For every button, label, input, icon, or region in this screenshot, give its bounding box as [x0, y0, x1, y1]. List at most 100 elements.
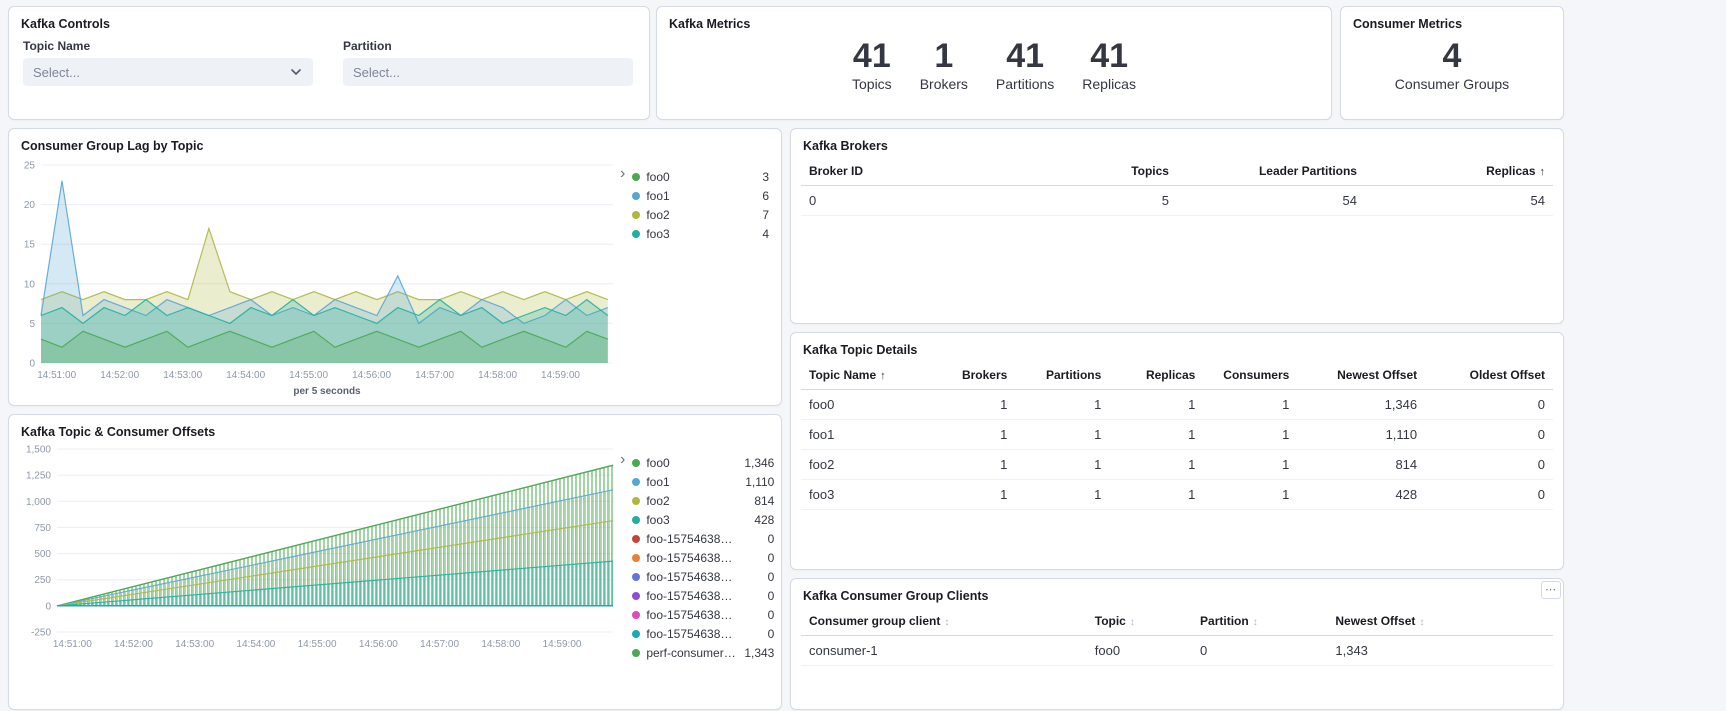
- svg-text:20: 20: [24, 200, 36, 211]
- legend-item-foo3[interactable]: foo3428: [628, 510, 776, 529]
- table-cell: 1: [1203, 390, 1297, 420]
- stat-brokers: 1 Brokers: [920, 39, 968, 92]
- legend-item-foo-1575463888-57…[interactable]: foo-1575463888-57…0: [628, 605, 776, 624]
- panel-title-offsets-chart: Kafka Topic & Consumer Offsets: [21, 425, 769, 439]
- table-cell: 54: [1365, 186, 1553, 216]
- metrics-stats-row: 41 Topics 1 Brokers 41 Partitions 41 Rep…: [667, 39, 1321, 92]
- legend-item-foo-1575463857-85…[interactable]: foo-1575463857-85…0: [628, 548, 776, 567]
- svg-text:25: 25: [24, 161, 36, 172]
- topic-details-table-body: foo011111,3460foo111111,1100foo211118140…: [801, 390, 1553, 510]
- column-header-replicas[interactable]: Replicas: [1109, 361, 1203, 390]
- table-cell: 0: [801, 186, 1027, 216]
- svg-text:14:53:00: 14:53:00: [163, 370, 202, 381]
- column-header-label: Replicas: [1486, 164, 1535, 178]
- controls-row: Topic Name Select... Partition Select...: [23, 39, 635, 86]
- legend-item-foo0[interactable]: foo01,346: [628, 453, 776, 472]
- panel-title-kafka-metrics: Kafka Metrics: [669, 17, 1319, 31]
- kafka-metrics-panel: Kafka Metrics 41 Topics 1 Brokers 41 Par…: [656, 6, 1332, 120]
- legend-item-foo1[interactable]: foo11,110: [628, 472, 776, 491]
- column-header-consumers[interactable]: Consumers: [1203, 361, 1297, 390]
- panel-title-kafka-brokers: Kafka Brokers: [803, 139, 1551, 153]
- column-header-label: Topics: [1131, 164, 1169, 178]
- table-cell: foo3: [801, 480, 921, 510]
- column-header-label: Partitions: [1046, 368, 1101, 382]
- legend-series-name: foo3: [646, 227, 669, 241]
- table-cell: 1: [921, 480, 1015, 510]
- column-header-topic-name[interactable]: Topic Name↑: [801, 361, 921, 390]
- svg-text:14:54:00: 14:54:00: [236, 639, 275, 650]
- table-cell: 1: [1203, 420, 1297, 450]
- column-header-leader-partitions[interactable]: Leader Partitions: [1177, 157, 1365, 186]
- offsets-area-chart[interactable]: -25002505007501,0001,2501,50014:51:0014:…: [19, 443, 619, 668]
- column-header-label: Leader Partitions: [1259, 164, 1357, 178]
- lag-area-chart[interactable]: 051015202514:51:0014:52:0014:53:0014:54:…: [19, 157, 619, 397]
- svg-text:500: 500: [34, 549, 51, 560]
- svg-text:250: 250: [34, 575, 51, 586]
- legend-series-name: foo-1575463813-60…: [646, 532, 738, 546]
- offsets-chart-svg: -25002505007501,0001,2501,50014:51:0014:…: [19, 443, 619, 668]
- column-header-topics[interactable]: Topics: [1027, 157, 1177, 186]
- legend-series-name: foo-1575463888-57…: [646, 608, 738, 622]
- legend-item-foo-1575463868-116…[interactable]: foo-1575463868-116…0: [628, 567, 776, 586]
- panel-options-button[interactable]: ⋯: [1541, 581, 1561, 599]
- table-cell: foo0: [1087, 636, 1192, 666]
- column-header-topic[interactable]: Topic↕: [1087, 607, 1192, 636]
- svg-text:0: 0: [29, 359, 35, 370]
- series-color-dot: [632, 173, 640, 181]
- svg-text:0: 0: [45, 601, 51, 612]
- column-header-oldest-offset[interactable]: Oldest Offset: [1425, 361, 1553, 390]
- table-cell: consumer-1: [801, 636, 1087, 666]
- table-cell: 1: [1109, 390, 1203, 420]
- stat-consumer-groups: 4 Consumer Groups: [1395, 39, 1509, 92]
- legend-item-foo2[interactable]: foo2814: [628, 491, 776, 510]
- column-header-label: Partition: [1200, 614, 1249, 628]
- series-color-dot: [632, 516, 640, 524]
- series-color-dot: [632, 554, 640, 562]
- legend-item-foo-1575463813-60…[interactable]: foo-1575463813-60…0: [628, 529, 776, 548]
- partition-placeholder: Select...: [353, 65, 623, 80]
- series-color-dot: [632, 630, 640, 638]
- table-row: 055454: [801, 186, 1553, 216]
- chevron-right-icon[interactable]: ›: [619, 453, 628, 467]
- lag-chart-legend: foo03foo16foo27foo34: [628, 167, 771, 243]
- column-header-partitions[interactable]: Partitions: [1015, 361, 1109, 390]
- svg-text:14:55:00: 14:55:00: [289, 370, 328, 381]
- column-header-label: Newest Offset: [1335, 614, 1415, 628]
- column-header-partition[interactable]: Partition↕: [1192, 607, 1327, 636]
- legend-item-perf-consumer-…[interactable]: perf-consumer-…1,343: [628, 643, 776, 662]
- kafka-brokers-panel: Kafka Brokers Broker ID Topics Leader Part…: [790, 128, 1564, 324]
- stat-brokers-value: 1: [934, 39, 953, 75]
- column-header-broker-id[interactable]: Broker ID: [801, 157, 1027, 186]
- legend-item-foo-1575463898-70…[interactable]: foo-1575463898-70…0: [628, 624, 776, 643]
- svg-text:14:55:00: 14:55:00: [298, 639, 337, 650]
- series-color-dot: [632, 611, 640, 619]
- table-cell: 1: [921, 450, 1015, 480]
- column-header-brokers[interactable]: Brokers: [921, 361, 1015, 390]
- topic-name-label: Topic Name: [23, 39, 313, 53]
- offsets-legend-wrap: › foo01,346foo11,110foo2814foo3428foo-15…: [619, 453, 776, 662]
- column-header-replicas[interactable]: Replicas↑: [1365, 157, 1553, 186]
- topic-name-select[interactable]: Select...: [23, 58, 313, 86]
- column-header-newest-offset[interactable]: Newest Offset↕: [1327, 607, 1553, 636]
- chevron-right-icon[interactable]: ›: [619, 167, 628, 181]
- legend-item-foo3[interactable]: foo34: [628, 224, 771, 243]
- legend-item-foo2[interactable]: foo27: [628, 205, 771, 224]
- legend-series-value: 7: [762, 208, 769, 222]
- legend-series-value: 0: [768, 551, 775, 565]
- svg-text:14:57:00: 14:57:00: [420, 639, 459, 650]
- column-header-newest-offset[interactable]: Newest Offset: [1297, 361, 1425, 390]
- legend-item-foo-1575463878-32…[interactable]: foo-1575463878-32…0: [628, 586, 776, 605]
- column-header-label: Consumers: [1223, 368, 1289, 382]
- legend-item-foo1[interactable]: foo16: [628, 186, 771, 205]
- topic-name-placeholder: Select...: [33, 65, 289, 80]
- consumer-stats-row: 4 Consumer Groups: [1351, 39, 1553, 92]
- stat-replicas: 41 Replicas: [1082, 39, 1136, 92]
- legend-series-value: 1,346: [744, 456, 774, 470]
- table-cell: 1,110: [1297, 420, 1425, 450]
- column-header-consumer-group-client[interactable]: Consumer group client↕: [801, 607, 1087, 636]
- column-header-label: Replicas: [1146, 368, 1195, 382]
- lag-chart-row: 051015202514:51:0014:52:0014:53:0014:54:…: [19, 157, 771, 397]
- partition-select[interactable]: Select...: [343, 58, 633, 86]
- legend-item-foo0[interactable]: foo03: [628, 167, 771, 186]
- series-color-dot: [632, 592, 640, 600]
